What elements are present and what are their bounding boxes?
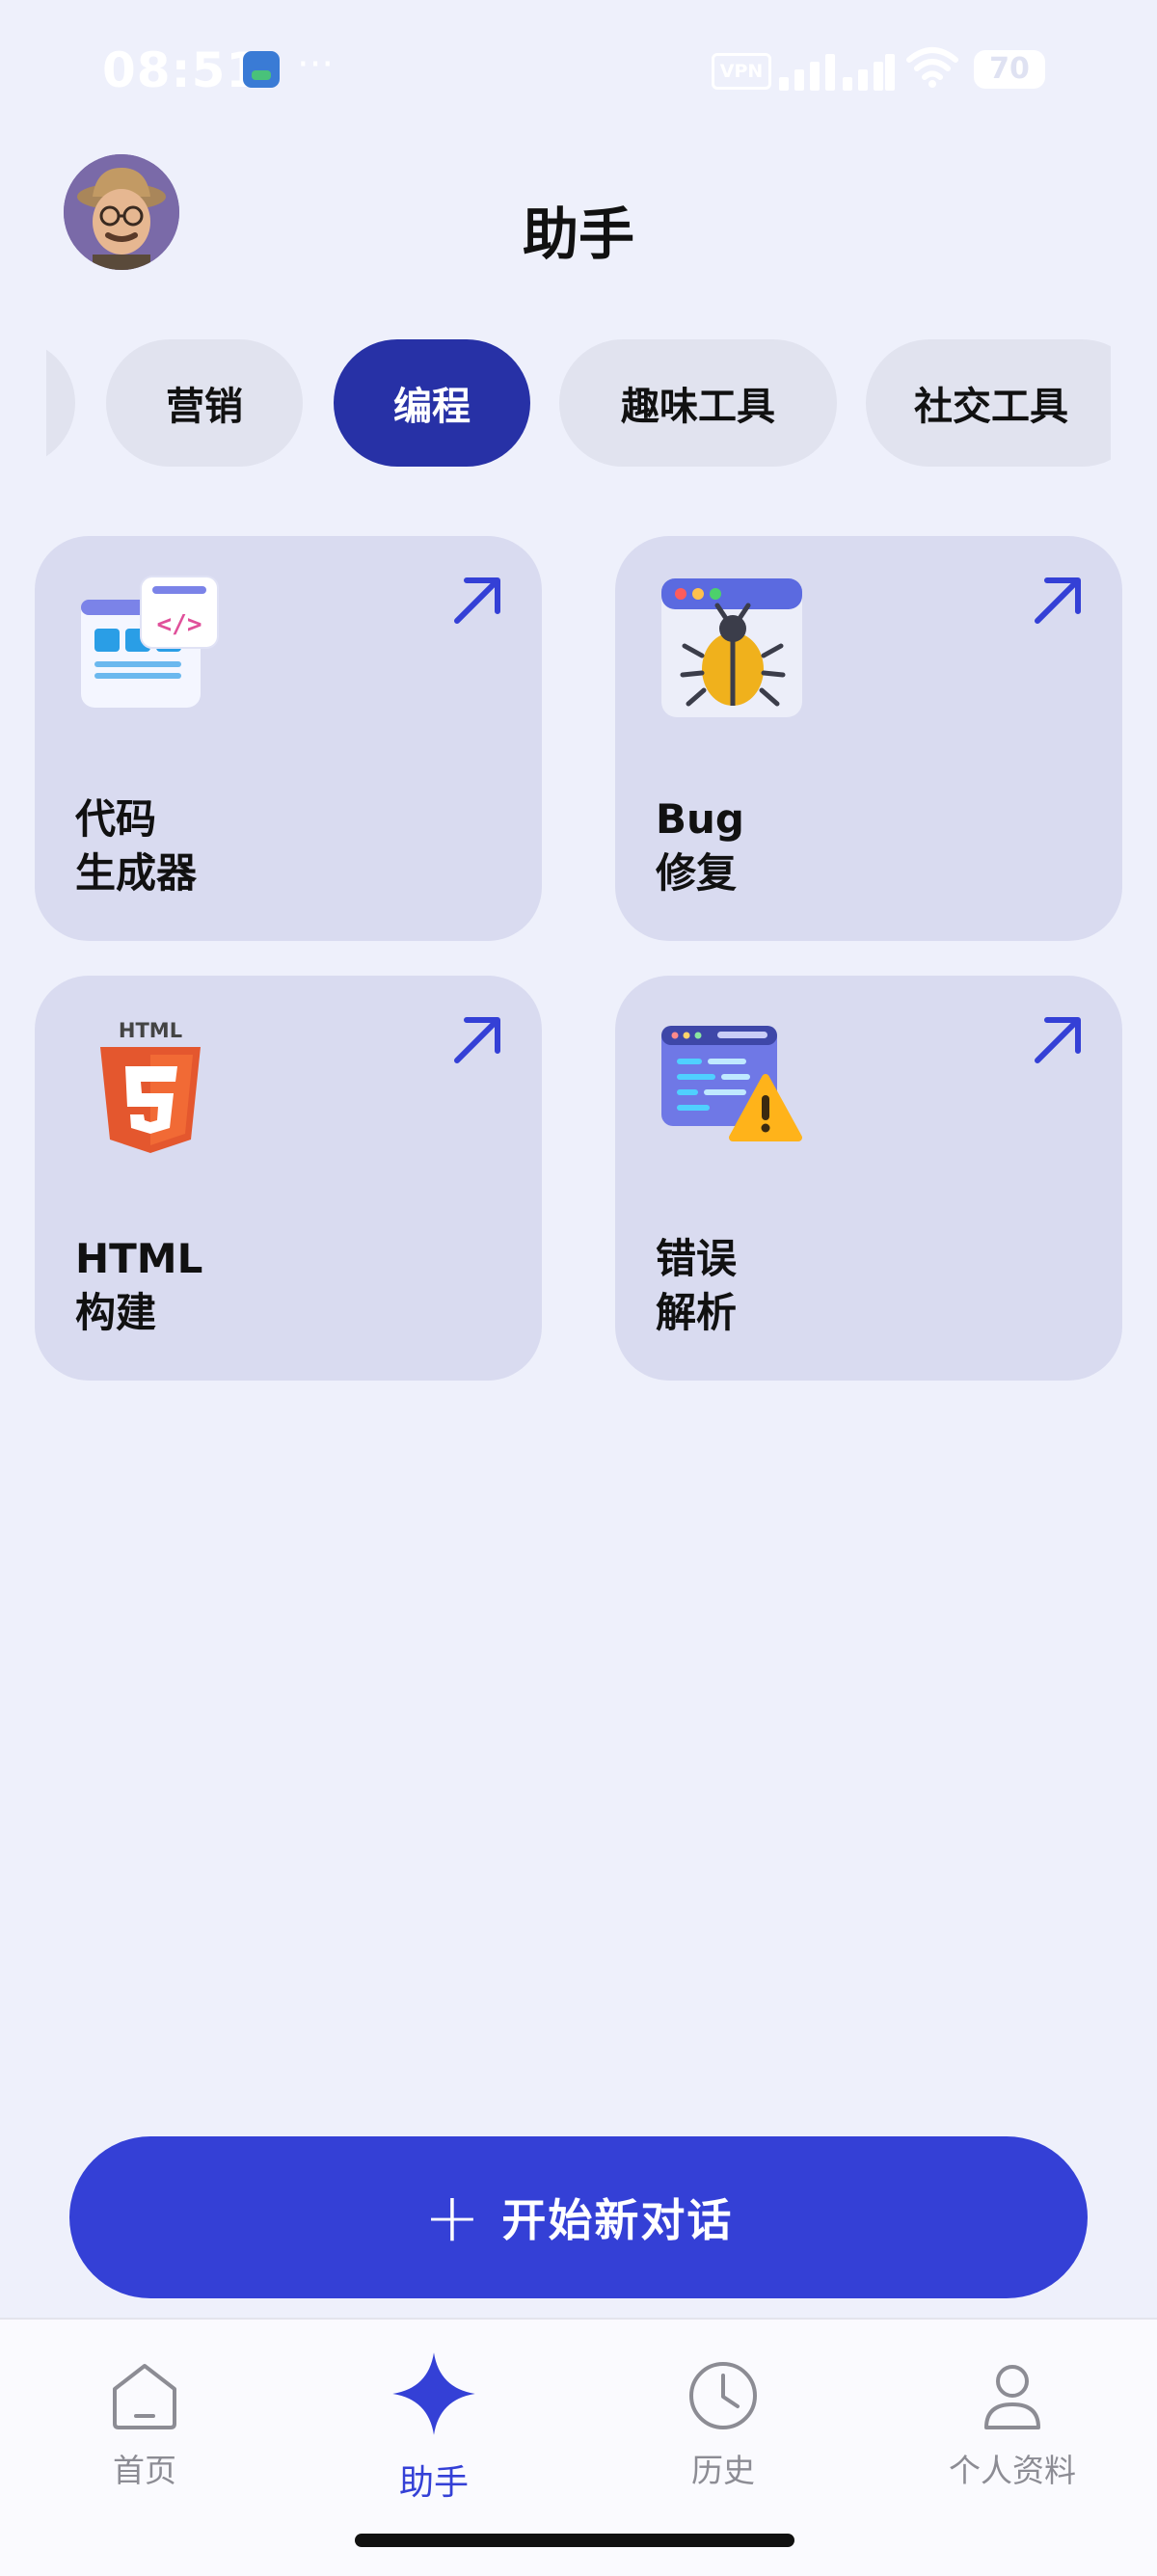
home-indicator[interactable]	[355, 2534, 794, 2547]
code-window-icon: </>	[81, 576, 219, 708]
app-notification-icon	[243, 51, 280, 88]
tab-programming[interactable]: 编程	[334, 339, 530, 467]
card-bug-fix[interactable]: Bug 修复	[615, 536, 1122, 941]
card-title-line1: 代码	[75, 795, 157, 843]
page-title: 助手	[522, 201, 634, 267]
nav-label: 首页	[113, 2452, 176, 2489]
html5-icon-text: HTML	[119, 1019, 182, 1042]
tab-previous-partial[interactable]	[46, 339, 75, 467]
nav-label: 历史	[691, 2452, 755, 2489]
svg-text:</>: </>	[157, 610, 202, 639]
card-title-line1: Bug	[656, 795, 744, 843]
battery-indicator: 70	[974, 50, 1045, 89]
card-title-line2: 生成器	[75, 849, 198, 897]
category-tabs: 营销 编程 趣味工具 社交工具	[46, 339, 1111, 467]
status-bar: 08:51 ··· VPN 70	[0, 0, 1157, 135]
tab-social-tools[interactable]: 社交工具	[866, 339, 1111, 467]
arrow-up-right-icon	[1035, 1017, 1081, 1063]
nav-profile[interactable]: 个人资料	[868, 2358, 1157, 2491]
nav-assistant[interactable]: 助手	[289, 2352, 578, 2505]
start-new-chat-label: 开始新对话	[501, 2194, 734, 2246]
nav-home[interactable]: 首页	[0, 2358, 289, 2491]
wifi-icon	[906, 47, 958, 88]
nav-label: 个人资料	[949, 2452, 1076, 2489]
card-code-generator[interactable]: </> 代码 生成器	[35, 536, 542, 941]
card-error-analysis[interactable]: 错误 解析	[615, 976, 1122, 1381]
signal-icon	[779, 48, 895, 91]
bug-icon	[661, 578, 802, 717]
card-title-line1: HTML	[75, 1235, 203, 1282]
person-icon	[984, 2365, 1040, 2429]
arrow-up-right-icon	[454, 1017, 500, 1063]
card-title-line1: 错误	[656, 1235, 738, 1282]
start-new-chat-button[interactable]: + 开始新对话	[69, 2136, 1088, 2298]
tab-fun-tools[interactable]: 趣味工具	[559, 339, 837, 467]
card-title-line2: 修复	[656, 849, 738, 897]
arrow-up-right-icon	[1035, 577, 1081, 624]
card-title-line2: 解析	[656, 1289, 738, 1336]
clock-icon	[689, 2362, 757, 2429]
nav-label: 助手	[398, 2463, 469, 2503]
html5-icon: HTML	[100, 1019, 201, 1153]
card-html-build[interactable]: HTML HTML 构建	[35, 976, 542, 1381]
tab-marketing[interactable]: 营销	[106, 339, 303, 467]
home-icon	[113, 2364, 176, 2429]
nav-history[interactable]: 历史	[578, 2358, 868, 2491]
vpn-badge: VPN	[712, 53, 771, 90]
warning-code-icon	[661, 1026, 802, 1141]
arrow-up-right-icon	[454, 577, 500, 624]
plus-icon: +	[423, 2178, 481, 2257]
card-title-line2: 构建	[75, 1289, 157, 1336]
more-notifications-icon: ···	[297, 42, 335, 87]
status-time: 08:51	[102, 42, 261, 98]
sparkle-icon	[392, 2352, 475, 2435]
